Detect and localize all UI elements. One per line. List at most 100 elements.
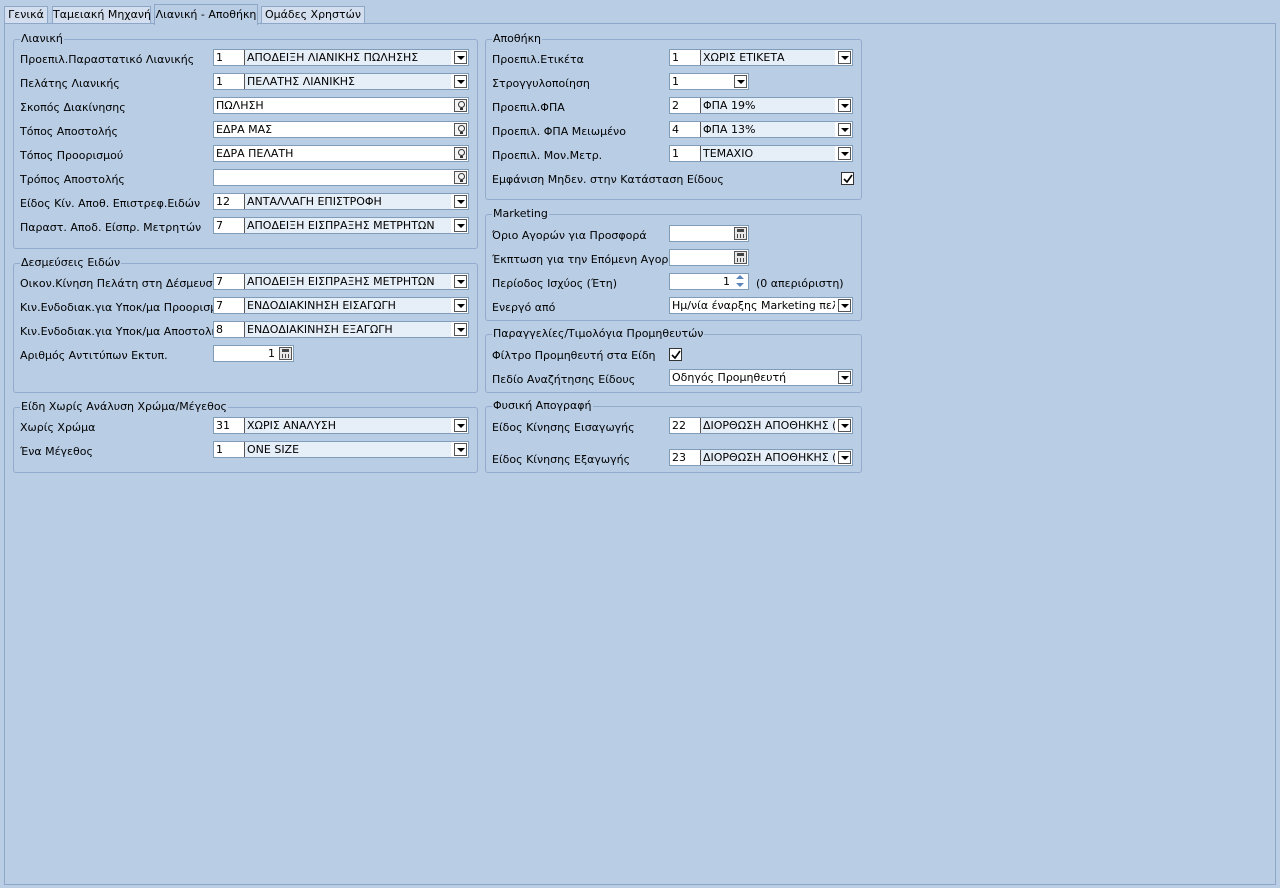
inventory-export-movement-combo[interactable]: 23 ΔΙΟΡΘΩΣΗ ΑΠΟΘΗΚΗΣ (ΠΙΣ bbox=[669, 449, 853, 466]
one-size-combo[interactable]: 1 ONE SIZE bbox=[213, 441, 469, 458]
active-from-select[interactable]: Ημ/νία έναρξης Marketing πελάτη bbox=[669, 297, 853, 314]
dropdown-arrow-icon[interactable] bbox=[838, 299, 851, 312]
lightbulb-icon[interactable] bbox=[454, 123, 467, 136]
next-purchase-discount-field[interactable] bbox=[669, 249, 749, 266]
code-value[interactable]: 1 bbox=[216, 50, 242, 65]
field-value[interactable] bbox=[216, 170, 450, 185]
description-value[interactable]: ONE SIZE bbox=[244, 442, 451, 457]
calculator-icon[interactable] bbox=[279, 347, 292, 360]
reduced-vat-combo[interactable]: 4 ΦΠΑ 13% bbox=[669, 121, 853, 138]
shipping-method-field[interactable] bbox=[213, 169, 469, 186]
dropdown-arrow-icon[interactable] bbox=[454, 51, 467, 64]
dropdown-arrow-icon[interactable] bbox=[838, 371, 851, 384]
transfer-destination-combo[interactable]: 7 ΕΝΔΟΔΙΑΚΙΝΗΣΗ ΕΙΣΑΓΩΓΗ bbox=[213, 297, 469, 314]
dropdown-arrow-icon[interactable] bbox=[454, 419, 467, 432]
code-value[interactable]: 7 bbox=[216, 218, 242, 233]
tab-user-groups[interactable]: Ομάδες Χρηστών bbox=[261, 6, 365, 23]
retail-customer-combo[interactable]: 1 ΠΕΛΑΤΗΣ ΛΙΑΝΙΚΗΣ bbox=[213, 73, 469, 90]
supplier-filter-checkbox[interactable] bbox=[669, 348, 682, 361]
description-value[interactable]: ΦΠΑ 13% bbox=[700, 122, 835, 137]
code-value[interactable]: 7 bbox=[216, 298, 242, 313]
shipment-purpose-field[interactable]: ΠΩΛΗΣΗ bbox=[213, 97, 469, 114]
field-value[interactable]: 1 bbox=[216, 346, 275, 361]
code-value[interactable]: 31 bbox=[216, 418, 242, 433]
dropdown-arrow-icon[interactable] bbox=[454, 323, 467, 336]
field-value[interactable]: 1 bbox=[672, 274, 730, 289]
code-value[interactable]: 2 bbox=[672, 98, 698, 113]
dropdown-arrow-icon[interactable] bbox=[454, 275, 467, 288]
field-label: Προεπιλ.ΦΠΑ bbox=[492, 101, 565, 114]
description-value[interactable]: ΕΝΔΟΔΙΑΚΙΝΗΣΗ ΕΞΑΓΩΓΗ bbox=[244, 322, 451, 337]
code-value[interactable]: 4 bbox=[672, 122, 698, 137]
validity-period-spinner[interactable]: 1 bbox=[669, 273, 749, 290]
code-value[interactable]: 1 bbox=[672, 50, 698, 65]
rounding-select[interactable]: 1 bbox=[669, 73, 749, 90]
return-movement-type-combo[interactable]: 12 ΑΝΤΑΛΛΑΓΗ ΕΠΙΣΤΡΟΦΗ bbox=[213, 193, 469, 210]
cash-receipt-document-combo[interactable]: 7 ΑΠΟΔΕΙΞΗ ΕΙΣΠΡΑΞΗΣ ΜΕΤΡΗΤΩΝ bbox=[213, 217, 469, 234]
lightbulb-icon[interactable] bbox=[454, 147, 467, 160]
field-value[interactable]: Οδηγός Προμηθευτή bbox=[672, 370, 835, 385]
lightbulb-icon[interactable] bbox=[454, 171, 467, 184]
dropdown-arrow-icon[interactable] bbox=[838, 51, 851, 64]
show-zero-checkbox[interactable] bbox=[841, 172, 854, 185]
description-value[interactable]: ΔΙΟΡΘΩΣΗ ΑΠΟΘΗΚΗΣ (ΧΡΕ bbox=[700, 418, 835, 433]
inventory-import-movement-combo[interactable]: 22 ΔΙΟΡΘΩΣΗ ΑΠΟΘΗΚΗΣ (ΧΡΕ bbox=[669, 417, 853, 434]
default-retail-document-combo[interactable]: 1 ΑΠΟΔΕΙΞΗ ΛΙΑΝΙΚΗΣ ΠΩΛΗΣΗΣ bbox=[213, 49, 469, 66]
code-value[interactable]: 1 bbox=[672, 146, 698, 161]
dropdown-arrow-icon[interactable] bbox=[838, 123, 851, 136]
default-vat-combo[interactable]: 2 ΦΠΑ 19% bbox=[669, 97, 853, 114]
spinner-arrows-icon[interactable] bbox=[734, 275, 747, 288]
code-value[interactable]: 23 bbox=[672, 450, 698, 465]
dropdown-arrow-icon[interactable] bbox=[454, 219, 467, 232]
no-color-combo[interactable]: 31 ΧΩΡΙΣ ΑΝΑΛΥΣΗ bbox=[213, 417, 469, 434]
field-value[interactable]: ΕΔΡΑ ΜΑΣ bbox=[216, 122, 450, 137]
field-value[interactable] bbox=[672, 250, 730, 265]
description-value[interactable]: ΦΠΑ 19% bbox=[700, 98, 835, 113]
destination-place-field[interactable]: ΕΔΡΑ ΠΕΛΑΤΗ bbox=[213, 145, 469, 162]
description-value[interactable]: ΑΠΟΔΕΙΞΗ ΕΙΣΠΡΑΞΗΣ ΜΕΤΡΗΤΩΝ bbox=[244, 218, 451, 233]
code-value[interactable]: 1 bbox=[216, 442, 242, 457]
purchase-limit-field[interactable] bbox=[669, 225, 749, 242]
dropdown-arrow-icon[interactable] bbox=[454, 443, 467, 456]
dropdown-arrow-icon[interactable] bbox=[454, 299, 467, 312]
item-search-field-select[interactable]: Οδηγός Προμηθευτή bbox=[669, 369, 853, 386]
field-value[interactable] bbox=[672, 226, 730, 241]
default-label-combo[interactable]: 1 ΧΩΡΙΣ ΕΤΙΚΕΤΑ bbox=[669, 49, 853, 66]
lightbulb-icon[interactable] bbox=[454, 99, 467, 112]
description-value[interactable]: ΑΠΟΔΕΙΞΗ ΕΙΣΠΡΑΞΗΣ ΜΕΤΡΗΤΩΝ bbox=[244, 274, 451, 289]
description-value[interactable]: ΠΕΛΑΤΗΣ ΛΙΑΝΙΚΗΣ bbox=[244, 74, 451, 89]
transfer-dispatch-combo[interactable]: 8 ΕΝΔΟΔΙΑΚΙΝΗΣΗ ΕΞΑΓΩΓΗ bbox=[213, 321, 469, 338]
dropdown-arrow-icon[interactable] bbox=[838, 419, 851, 432]
commitment-customer-movement-combo[interactable]: 7 ΑΠΟΔΕΙΞΗ ΕΙΣΠΡΑΞΗΣ ΜΕΤΡΗΤΩΝ bbox=[213, 273, 469, 290]
field-value[interactable]: ΕΔΡΑ ΠΕΛΑΤΗ bbox=[216, 146, 450, 161]
field-value[interactable]: 1 bbox=[672, 74, 731, 89]
code-value[interactable]: 22 bbox=[672, 418, 698, 433]
dropdown-arrow-icon[interactable] bbox=[838, 147, 851, 160]
print-copies-field[interactable]: 1 bbox=[213, 345, 294, 362]
dispatch-place-field[interactable]: ΕΔΡΑ ΜΑΣ bbox=[213, 121, 469, 138]
dropdown-arrow-icon[interactable] bbox=[838, 99, 851, 112]
description-value[interactable]: ΑΠΟΔΕΙΞΗ ΛΙΑΝΙΚΗΣ ΠΩΛΗΣΗΣ bbox=[244, 50, 451, 65]
description-value[interactable]: ΤΕΜΑΧΙΟ bbox=[700, 146, 835, 161]
field-value[interactable]: Ημ/νία έναρξης Marketing πελάτη bbox=[672, 298, 835, 313]
description-value[interactable]: ΕΝΔΟΔΙΑΚΙΝΗΣΗ ΕΙΣΑΓΩΓΗ bbox=[244, 298, 451, 313]
dropdown-arrow-icon[interactable] bbox=[734, 75, 747, 88]
description-value[interactable]: ΧΩΡΙΣ ΑΝΑΛΥΣΗ bbox=[244, 418, 451, 433]
tab-cash-register[interactable]: Ταμειακή Μηχανή bbox=[52, 6, 151, 23]
default-unit-combo[interactable]: 1 ΤΕΜΑΧΙΟ bbox=[669, 145, 853, 162]
dropdown-arrow-icon[interactable] bbox=[454, 195, 467, 208]
description-value[interactable]: ΑΝΤΑΛΛΑΓΗ ΕΠΙΣΤΡΟΦΗ bbox=[244, 194, 451, 209]
code-value[interactable]: 12 bbox=[216, 194, 242, 209]
description-value[interactable]: ΔΙΟΡΘΩΣΗ ΑΠΟΘΗΚΗΣ (ΠΙΣ bbox=[700, 450, 835, 465]
code-value[interactable]: 1 bbox=[216, 74, 242, 89]
tab-retail-warehouse[interactable]: Λιανική - Αποθήκη bbox=[154, 4, 258, 25]
field-value[interactable]: ΠΩΛΗΣΗ bbox=[216, 98, 450, 113]
calculator-icon[interactable] bbox=[734, 227, 747, 240]
code-value[interactable]: 7 bbox=[216, 274, 242, 289]
tab-general[interactable]: Γενικά bbox=[4, 6, 48, 23]
calculator-icon[interactable] bbox=[734, 251, 747, 264]
description-value[interactable]: ΧΩΡΙΣ ΕΤΙΚΕΤΑ bbox=[700, 50, 835, 65]
dropdown-arrow-icon[interactable] bbox=[454, 75, 467, 88]
dropdown-arrow-icon[interactable] bbox=[838, 451, 851, 464]
code-value[interactable]: 8 bbox=[216, 322, 242, 337]
